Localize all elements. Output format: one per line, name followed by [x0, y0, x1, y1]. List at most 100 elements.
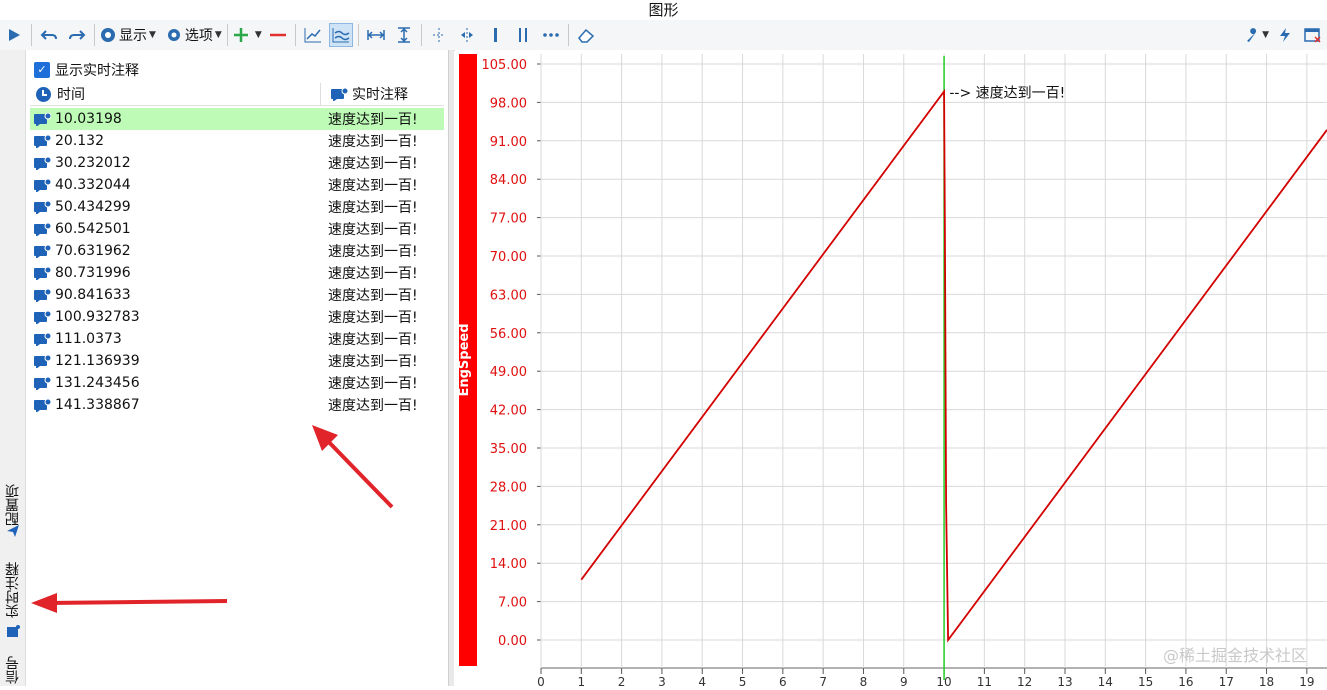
time-value: 10.03198: [55, 111, 122, 127]
annotation-icon: [34, 354, 51, 368]
lightning-icon[interactable]: [1273, 23, 1297, 47]
tab-realtime-annotations[interactable]: 实时注释: [0, 550, 25, 630]
line-chart-icon[interactable]: [301, 23, 325, 47]
redo-icon[interactable]: [65, 23, 89, 47]
clock-icon: [36, 86, 51, 102]
table-row[interactable]: 90.841633 速度达到一百!: [30, 284, 444, 306]
x-tick-label: 14: [1098, 675, 1113, 686]
y-tick-label: 49.00: [490, 365, 527, 380]
table-row[interactable]: 50.434299 速度达到一百!: [30, 196, 444, 218]
time-value: 70.631962: [55, 243, 131, 259]
multi-line-icon[interactable]: [328, 23, 353, 47]
series-line: [580, 88, 1327, 643]
time-cell: 60.542501: [30, 218, 320, 240]
y-tick-label: 77.00: [490, 212, 527, 227]
x-tick-label: 5: [739, 675, 747, 686]
tab-config-label: 配置项: [4, 484, 21, 526]
x-tick-label: 1: [577, 675, 585, 686]
toolbar: 显示 ▼ 选项 ▼ ▼ ▼: [0, 20, 1327, 51]
eraser-icon[interactable]: [574, 23, 598, 47]
remove-icon[interactable]: [266, 23, 290, 47]
x-tick-label: 9: [900, 675, 908, 686]
undo-icon[interactable]: [37, 23, 61, 47]
table-row[interactable]: 111.0373 速度达到一百!: [30, 328, 444, 350]
display-menu[interactable]: 显示 ▼: [100, 23, 156, 47]
y-tick-label: 56.00: [490, 327, 527, 342]
show-annotations-checkbox[interactable]: ✓ 显示实时注释: [34, 60, 139, 80]
note-value: 速度达到一百!: [328, 398, 418, 414]
panel-splitter[interactable]: [448, 50, 454, 686]
note-value: 速度达到一百!: [328, 112, 418, 128]
options-gear-icon: [167, 29, 180, 41]
table-row[interactable]: 80.731996 速度达到一百!: [30, 262, 444, 284]
table-row[interactable]: 30.232012 速度达到一百!: [30, 152, 444, 174]
column-header-time[interactable]: 时间: [30, 83, 321, 105]
note-value: 速度达到一百!: [328, 310, 418, 326]
chart-area: EngSpeed 0.00 7.00 14.00 21.00 28.00 35.00 42.0…: [455, 50, 1327, 689]
x-tick-label: 15: [1138, 675, 1153, 686]
table-row[interactable]: 20.132 速度达到一百!: [30, 130, 444, 152]
x-tick-label: 19: [1299, 675, 1314, 686]
table-row[interactable]: 10.03198 速度达到一百!: [30, 108, 444, 130]
table-row[interactable]: 100.932783 速度达到一百!: [30, 306, 444, 328]
single-bar-icon[interactable]: [483, 23, 507, 47]
annotation-tab-icon: [0, 622, 25, 642]
double-bar-icon[interactable]: [511, 23, 535, 47]
time-cell: 111.0373: [30, 328, 320, 350]
y-tick-label: 28.00: [490, 480, 527, 495]
play-icon[interactable]: [2, 23, 26, 47]
time-cell: 10.03198: [30, 108, 320, 130]
x-tick-label: 6: [779, 675, 787, 686]
x-tick-label: 0: [537, 675, 545, 686]
fit-height-icon[interactable]: [392, 23, 416, 47]
note-cell: 速度达到一百!: [320, 328, 444, 350]
time-value: 40.332044: [55, 177, 131, 193]
column-header-note[interactable]: 实时注释: [321, 83, 444, 105]
table-row[interactable]: 131.243456 速度达到一百!: [30, 372, 444, 394]
cursor-cross-icon[interactable]: [455, 23, 479, 47]
y-tick-label: 70.00: [490, 250, 527, 265]
y-tick-label: 84.00: [490, 173, 527, 188]
fit-width-icon[interactable]: [364, 23, 388, 47]
table-row[interactable]: 40.332044 速度达到一百!: [30, 174, 444, 196]
time-value: 111.0373: [55, 331, 122, 347]
display-label: 显示: [119, 28, 147, 44]
table-row[interactable]: 70.631962 速度达到一百!: [30, 240, 444, 262]
add-icon: [233, 28, 248, 42]
show-annotations-label: 显示实时注释: [55, 63, 139, 79]
time-value: 121.136939: [55, 353, 140, 369]
column-note-label: 实时注释: [352, 87, 408, 103]
display-icon: [101, 28, 115, 42]
x-tick-label: 2: [618, 675, 626, 686]
y-axis-label: EngSpeed: [457, 323, 472, 396]
time-value: 50.434299: [55, 199, 131, 215]
window-title: 图形: [0, 0, 1327, 20]
add-button[interactable]: ▼: [233, 23, 262, 47]
time-value: 100.932783: [55, 309, 140, 325]
chart-svg[interactable]: EngSpeed 0.00 7.00 14.00 21.00 28.00 35.00 42.0…: [455, 50, 1327, 689]
y-tick-label: 91.00: [490, 135, 527, 150]
annotation-icon: [34, 398, 51, 412]
note-value: 速度达到一百!: [328, 266, 418, 282]
note-value: 速度达到一百!: [328, 134, 418, 150]
y-tick-label: 7.00: [498, 596, 527, 611]
table-row[interactable]: 121.136939 速度达到一百!: [30, 350, 444, 372]
note-value: 速度达到一百!: [328, 200, 418, 216]
close-window-icon[interactable]: [1301, 23, 1325, 47]
time-cell: 30.232012: [30, 152, 320, 174]
x-tick-label: 18: [1259, 675, 1274, 686]
x-tick-label: 16: [1178, 675, 1193, 686]
cursor-icon[interactable]: [427, 23, 451, 47]
table-row[interactable]: 141.338867 速度达到一百!: [30, 394, 444, 416]
more-icon[interactable]: [539, 23, 563, 47]
options-menu[interactable]: 选项 ▼: [166, 23, 222, 47]
side-tab-strip: 配置项 实时注释 信号: [0, 50, 26, 686]
note-cell: 速度达到一百!: [320, 196, 444, 218]
time-cell: 141.338867: [30, 394, 320, 416]
note-value: 速度达到一百!: [328, 288, 418, 304]
y-tick-label: 42.00: [490, 404, 527, 419]
wrench-menu[interactable]: ▼: [1244, 23, 1269, 47]
tab-signal[interactable]: 信号: [0, 650, 25, 690]
annotations-table-body: 10.03198 速度达到一百! 20.132 速度达到一百! 30.232012 速度达…: [30, 108, 444, 416]
table-row[interactable]: 60.542501 速度达到一百!: [30, 218, 444, 240]
